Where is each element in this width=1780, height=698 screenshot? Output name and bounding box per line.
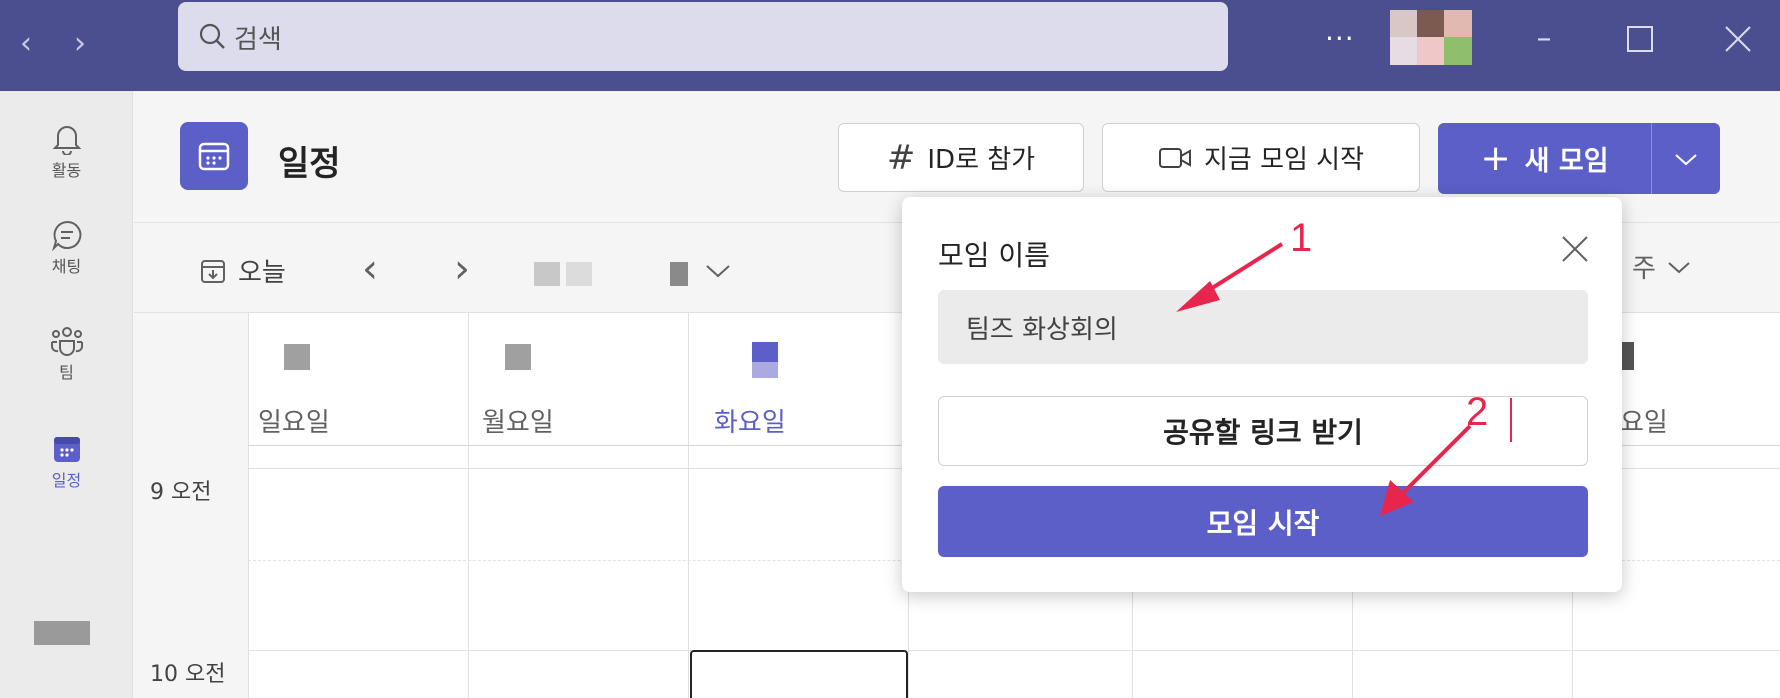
plus-icon: + [1480,138,1511,179]
blurred-date [534,262,560,286]
new-meeting-dropdown[interactable] [1652,123,1720,194]
avatar[interactable] [1390,10,1472,65]
today-day-number [752,362,778,378]
annotation-arrow-2 [1380,424,1472,516]
rail-label-teams: 팀 [59,363,74,382]
date-range-chevron-icon[interactable] [704,262,732,280]
grid-col-line [248,313,249,698]
rail-item-teams[interactable]: 팀 [0,325,133,383]
rail-label-activity: 활동 [51,161,82,180]
blurred-day-number [284,344,310,370]
time-label: 10 오전 [150,662,226,687]
new-meeting-button[interactable]: + 새 모임 [1438,123,1720,194]
search-box[interactable]: 검색 [178,2,1228,71]
blurred-rail-item [34,621,90,645]
view-chevron-icon [1668,261,1690,273]
rail-item-chat[interactable]: 채팅 [0,219,133,277]
hash-icon: # [886,137,916,178]
calendar-icon [53,437,80,462]
annotation-number-2: 2 [1466,390,1489,434]
new-meeting-label: 새 모임 [1524,146,1609,177]
join-with-id-button[interactable]: # ID로 참가 [838,123,1084,192]
rail-item-activity[interactable]: 활동 [0,123,133,181]
rail-label-chat: 채팅 [51,257,82,276]
close-icon[interactable] [1558,232,1592,266]
selected-time-slot[interactable] [690,650,908,698]
today-label: 오늘 [238,258,286,288]
search-placeholder: 검색 [234,25,282,55]
chat-icon [51,220,81,251]
minimize-icon[interactable]: – [1516,14,1572,64]
prev-week-icon[interactable]: ‹ [362,246,378,292]
get-link-label: 공유할 링크 받기 [1163,416,1363,449]
join-with-id-label: ID로 참가 [927,145,1036,175]
blurred-day-number [505,344,531,370]
annotation-number-1: 1 [1290,216,1313,260]
close-window-icon[interactable] [1710,14,1766,64]
view-label: 주 [1632,254,1656,284]
view-selector[interactable]: 주 [1632,248,1692,285]
meet-now-button[interactable]: 지금 모임 시작 [1102,123,1420,192]
day-name: 월요일 [482,408,554,438]
video-camera-icon [1158,147,1191,168]
start-meeting-button[interactable]: 모임 시작 [938,486,1588,557]
rail-label-calendar: 일정 [51,471,82,490]
maximize-icon[interactable] [1612,14,1668,64]
meet-now-label: 지금 모임 시작 [1203,145,1365,175]
grid-col-line [688,313,689,698]
teams-icon [50,327,83,356]
popup-title: 모임 이름 [938,239,1050,272]
chevron-down-icon [1675,153,1697,165]
hour-line [248,650,1780,651]
text-cursor [1510,398,1512,442]
time-label: 9 오전 [150,480,212,505]
today-day-number [752,342,778,362]
new-meeting-main[interactable]: + 새 모임 [1438,123,1652,194]
calendar-app-icon [180,122,248,190]
search-icon [199,23,225,49]
grid-col-line [468,313,469,698]
app-rail: 활동 채팅 팀 일정 [0,91,133,698]
day-name: 일요일 [258,408,330,438]
forward-arrow-icon[interactable]: › [60,22,100,66]
rail-item-calendar[interactable]: 일정 [0,433,133,491]
day-name-today: 화요일 [714,408,786,438]
blurred-date [566,262,592,286]
next-week-icon[interactable]: › [454,246,470,292]
page-title: 일정 [278,144,341,184]
today-calendar-icon [201,259,225,283]
get-link-button[interactable]: 공유할 링크 받기 [938,396,1588,466]
more-options-icon[interactable]: ··· [1325,22,1355,55]
blurred-date [670,262,688,286]
today-button[interactable]: 오늘 [200,252,286,289]
day-name: 요일 [1620,408,1668,438]
start-meeting-label: 모임 시작 [1206,506,1320,540]
back-arrow-icon[interactable]: ‹ [6,22,46,66]
bell-icon [52,126,81,155]
